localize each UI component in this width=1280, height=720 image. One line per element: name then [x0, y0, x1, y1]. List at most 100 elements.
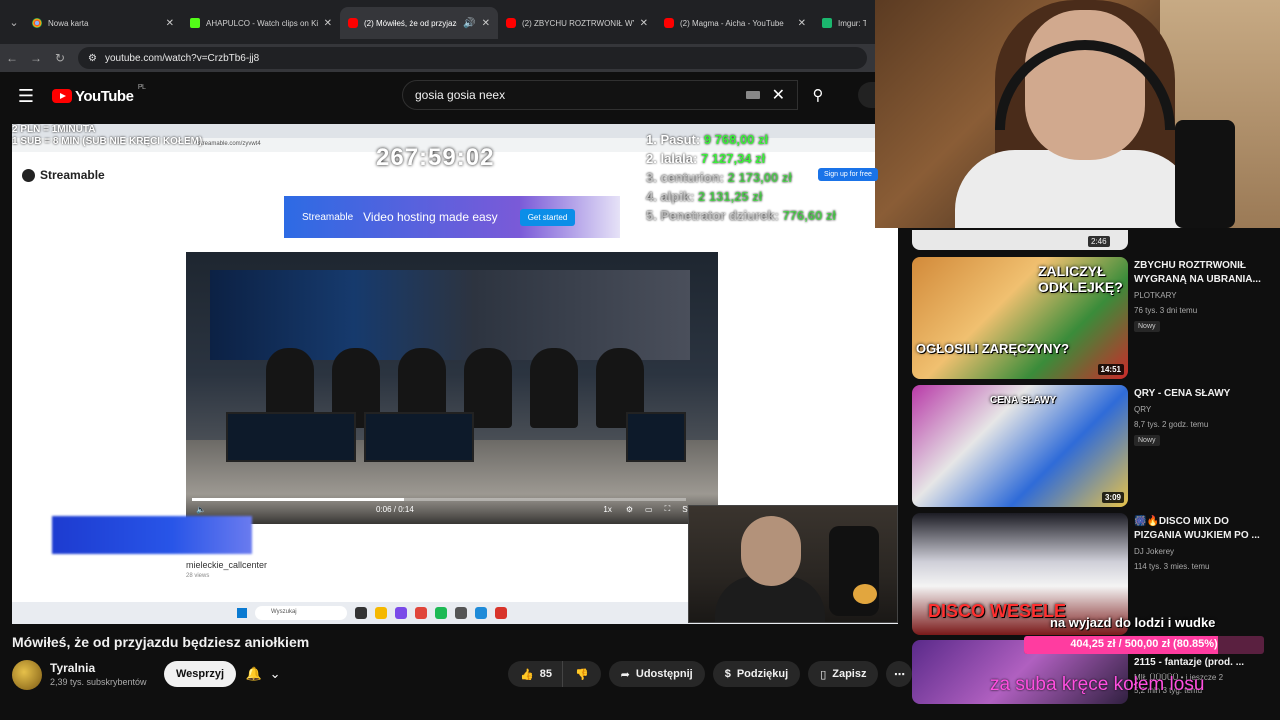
- thumbs-up-icon: 👍: [520, 668, 534, 681]
- recommendation-thumbnail[interactable]: ZALICZYŁ ODKLEJKĘ? OGŁOSILI ZARĘCZYNY? 1…: [912, 257, 1128, 379]
- streamer-shirt: [955, 150, 1195, 228]
- recommendation-title[interactable]: 2115 - fantazje (prod. ...: [1134, 657, 1244, 668]
- rule-line: 2 PLN = 1MINUTA: [12, 124, 96, 135]
- donor-amount: 9 768,00 zł: [703, 132, 769, 147]
- rule-line: 1 SUB = 8 MIN (SUB NIE KRĘCI KOŁEM): [12, 136, 203, 147]
- thumbs-down-icon: 👎: [574, 668, 589, 681]
- previous-duration: 2:46: [1088, 236, 1110, 247]
- new-badge: Nowy: [1134, 321, 1160, 332]
- keyboard-icon[interactable]: [745, 91, 760, 99]
- subathon-timer: 267:59:02: [376, 144, 495, 171]
- more-actions-button[interactable]: ⋯: [886, 661, 913, 687]
- close-tab-icon[interactable]: ✕: [640, 18, 648, 29]
- desk-monitor: [626, 412, 686, 462]
- save-label: Zapisz: [832, 668, 867, 680]
- donor-amount: 776,60 zł: [782, 208, 837, 223]
- recommendation-title[interactable]: QRY - CENA SŁAWY: [1134, 387, 1274, 401]
- tab-title: (2) Mówiłeś, że od przyjazdu: [364, 18, 458, 28]
- site-info-icon[interactable]: ⚙: [88, 53, 97, 64]
- more-icon: ⋯: [893, 668, 905, 681]
- share-button[interactable]: ➦ Udostępnij: [608, 661, 705, 687]
- browser-tab-active[interactable]: (2) Mówiłeś, że od przyjazdu 🔊 ✕: [340, 7, 498, 39]
- browser-tab[interactable]: Imgur: Th: [814, 7, 874, 39]
- donor-name: 1. Pasut:: [646, 132, 701, 147]
- browser-tab[interactable]: AHAPULCO - Watch clips on Kick ✕: [182, 7, 340, 39]
- clear-search-icon[interactable]: ✕: [772, 85, 785, 105]
- bell-icon: 🔔: [245, 666, 262, 681]
- forward-icon[interactable]: →: [24, 51, 48, 65]
- url-field[interactable]: ⚙ youtube.com/watch?v=CrzbTb6-jj8: [78, 47, 867, 69]
- browser-tab[interactable]: (2) Magma - Aicha - YouTube ✕: [656, 7, 814, 39]
- thumbnail-text: CENA SŁAWY: [990, 395, 1057, 406]
- banner-button: Get started: [519, 208, 576, 226]
- thanks-button[interactable]: $ Podziękuj: [712, 661, 801, 687]
- close-tab-icon[interactable]: ✕: [798, 18, 806, 29]
- inner-time: 0:06 / 0:14: [375, 504, 414, 514]
- recommendation-channel[interactable]: DJ Jokerey: [1134, 547, 1274, 556]
- voice-search-button[interactable]: [858, 82, 876, 108]
- tab-title: Imgur: Th: [838, 18, 866, 28]
- search-button[interactable]: ⚲: [800, 80, 836, 110]
- leaderboard-row: 5. Penetrator dziurek: 776,60 zł: [646, 206, 836, 225]
- url-text: youtube.com/watch?v=CrzbTb6-jj8: [104, 52, 260, 64]
- support-button[interactable]: Wesprzyj: [164, 661, 237, 687]
- inner-signup-button: Sign up for free: [818, 168, 878, 181]
- thanks-label: Podziękuj: [736, 668, 789, 680]
- fullscreen-icon: ⛶: [664, 504, 671, 513]
- tab-title: AHAPULCO - Watch clips on Kick: [206, 18, 318, 28]
- search-query-text: gosia gosia neex: [415, 88, 506, 102]
- recommendation-info: 🎆🔥DISCO MIX DO PIZGANIA WUJKIEM PO ... D…: [1134, 515, 1274, 571]
- close-tab-icon[interactable]: ✕: [166, 18, 174, 29]
- search-icon: ⚲: [812, 87, 824, 104]
- recommendation-item[interactable]: CENA SŁAWY 3:09 QRY - CENA SŁAWY QRY 8,7…: [912, 385, 1280, 507]
- browser-tab-strip: ⌄ Nowa karta ✕ AHAPULCO - Watch clips on…: [0, 0, 875, 44]
- inner-controls-row: 🔈 0:06 / 0:14 1x ⚙ ▭ ⛶ Stream: [186, 504, 718, 514]
- reload-icon[interactable]: ↻: [48, 51, 72, 65]
- channel-avatar[interactable]: [12, 660, 42, 690]
- recommendation-title[interactable]: ZBYCHU ROZTRWONIŁ WYGRANĄ NA UBRANIA...: [1134, 259, 1274, 287]
- plush-toy: [853, 584, 877, 604]
- logo-text: YouTube: [75, 87, 134, 105]
- goal-subtitle: za suba kręce kołem losu: [990, 674, 1205, 695]
- close-tab-icon[interactable]: ✕: [324, 18, 332, 29]
- share-icon: ➦: [620, 668, 630, 681]
- menu-icon[interactable]: ☰: [0, 86, 52, 107]
- thanks-icon: $: [724, 668, 731, 680]
- donor-amount: 2 173,00 zł: [727, 170, 792, 185]
- speaker-icon[interactable]: 🔊: [463, 18, 475, 29]
- donor-amount: 7 127,34 zł: [700, 151, 766, 166]
- taskbar-search: Wyszukaj: [255, 606, 347, 620]
- guest-webcam: [688, 505, 898, 623]
- recommendation-item[interactable]: ZALICZYŁ ODKLEJKĘ? OGŁOSILI ZARĘCZYNY? 1…: [912, 257, 1280, 379]
- channel-name[interactable]: Tyralnia: [50, 661, 95, 675]
- desk-monitor: [364, 412, 474, 462]
- notifications-button[interactable]: 🔔 ⌄: [238, 661, 288, 687]
- gaming-chair: [829, 526, 879, 616]
- recommendation-thumbnail[interactable]: CENA SŁAWY 3:09: [912, 385, 1128, 507]
- save-button[interactable]: ▯ Zapisz: [808, 661, 879, 687]
- browser-tab[interactable]: Nowa karta ✕: [24, 7, 182, 39]
- like-button[interactable]: 👍 85: [508, 661, 562, 687]
- recommendation-info: QRY - CENA SŁAWY QRY 8,7 tys. 2 godz. te…: [1134, 387, 1274, 447]
- close-tab-icon[interactable]: ✕: [482, 18, 490, 29]
- app-icon: [395, 607, 407, 619]
- imgur-icon: [822, 18, 832, 28]
- inner-player-controls: 🔈 0:06 / 0:14 1x ⚙ ▭ ⛶ Stream: [186, 494, 718, 524]
- search-input[interactable]: gosia gosia neex ✕: [402, 80, 798, 110]
- spotify-icon: [435, 607, 447, 619]
- back-icon[interactable]: ←: [0, 51, 24, 65]
- inner-views: 28 views: [186, 573, 210, 579]
- thumbnail-text: ZALICZYŁ ODKLEJKĘ?: [1038, 263, 1123, 295]
- dislike-button[interactable]: 👎: [561, 661, 601, 687]
- youtube-logo[interactable]: YouTube PL: [52, 84, 146, 105]
- browser-tab[interactable]: (2) ZBYCHU ROZTRWONIŁ WYGRANĄ ✕: [498, 7, 656, 39]
- app-icon: [415, 607, 427, 619]
- tab-search-menu-icon[interactable]: ⌄: [4, 16, 24, 29]
- donor-name: 5. Penetrator dziurek:: [646, 208, 779, 223]
- recommendation-channel[interactable]: QRY: [1134, 405, 1274, 414]
- recommendation-title[interactable]: 🎆🔥DISCO MIX DO PIZGANIA WUJKIEM PO ...: [1134, 515, 1274, 543]
- leaderboard-row: 2. lalala: 7 127,34 zł: [646, 149, 836, 168]
- goal-title: na wyjazd do lodzi i wudke: [1050, 615, 1216, 630]
- recommendation-channel[interactable]: PLOTKARY: [1134, 291, 1274, 300]
- inner-speed: 1x: [603, 504, 612, 514]
